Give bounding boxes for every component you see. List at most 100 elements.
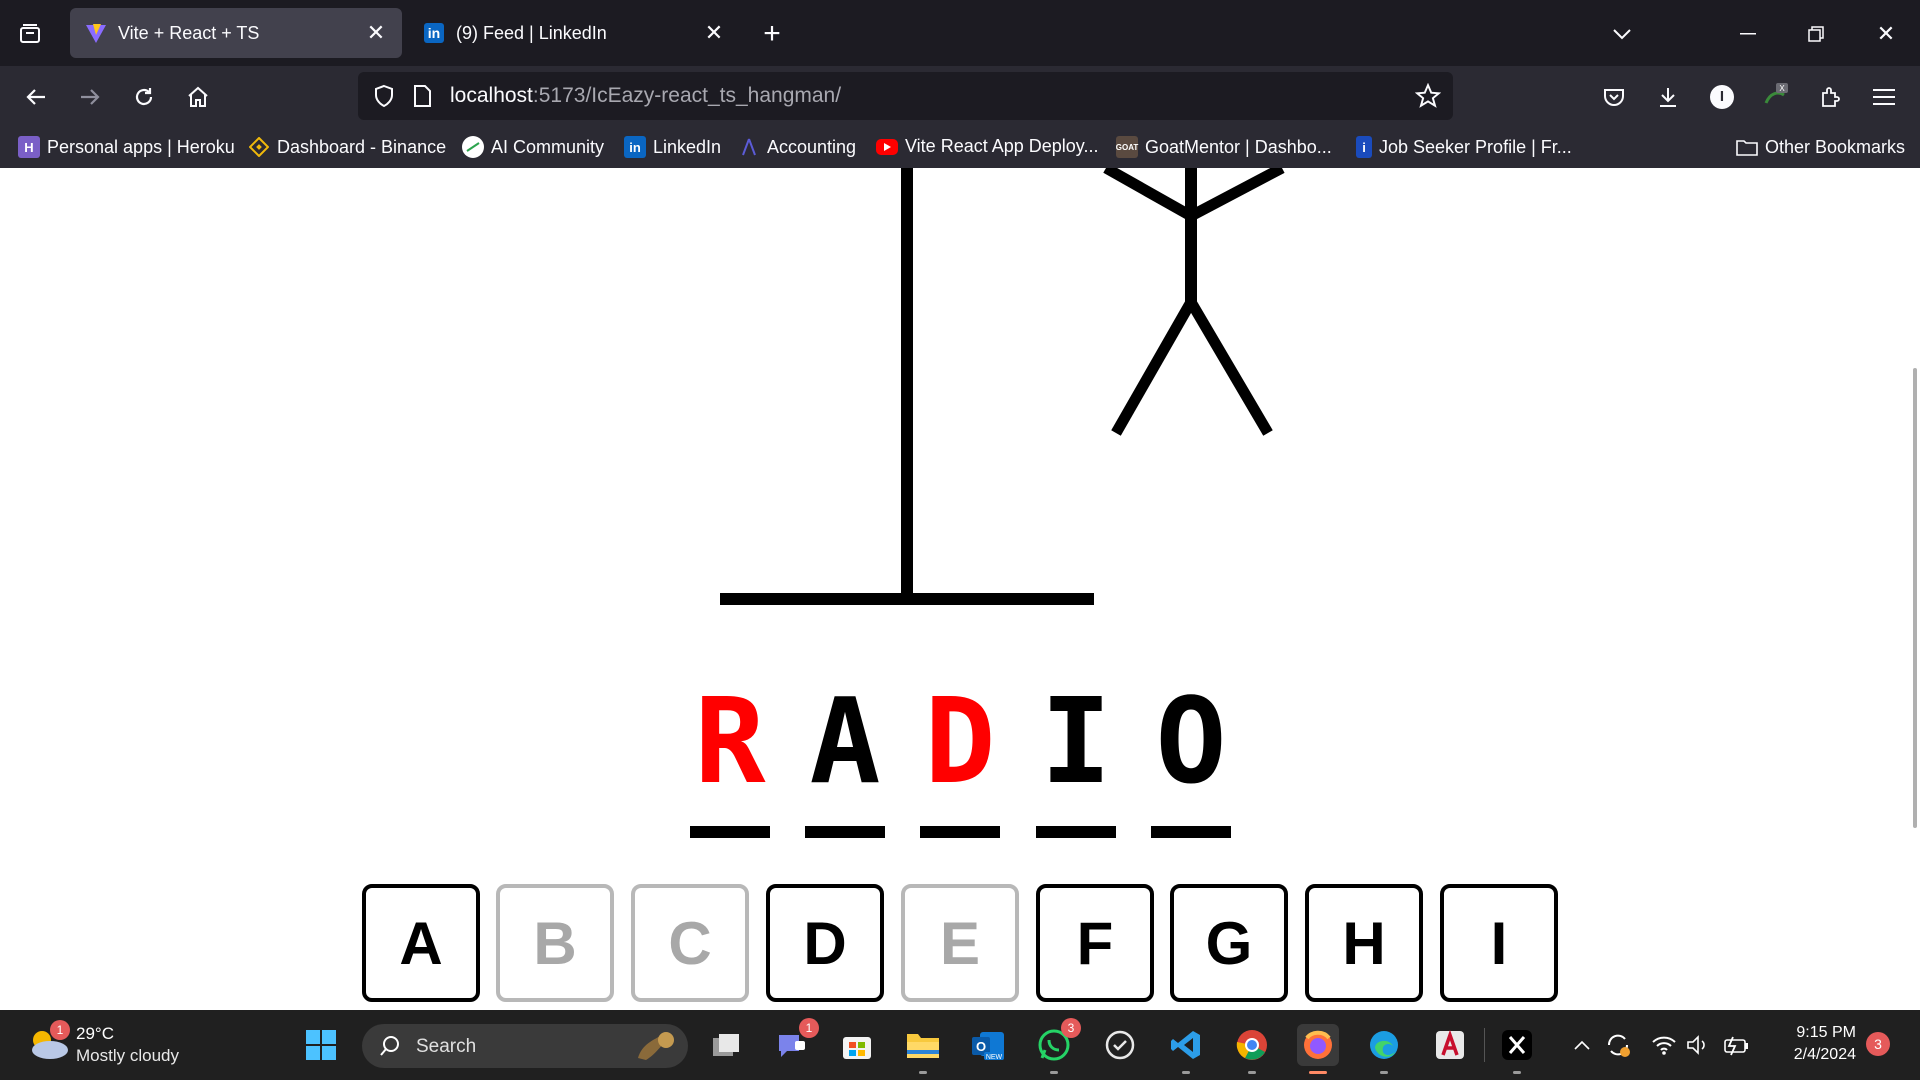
task-view-icon[interactable] (705, 1024, 747, 1066)
tracking-shield-icon[interactable] (372, 84, 396, 113)
bookmark-vite-deploy[interactable]: Vite React App Deploy... (876, 136, 1098, 157)
running-indicator (1513, 1071, 1521, 1074)
vscode-icon[interactable] (1165, 1024, 1207, 1074)
heroku-icon: H (18, 136, 40, 158)
close-tab-icon[interactable]: ✕ (364, 20, 388, 46)
linkedin-icon: in (624, 136, 646, 158)
hangman-left-arm (1103, 168, 1194, 221)
reload-icon[interactable] (126, 79, 162, 115)
tab-list-button[interactable] (12, 16, 48, 52)
youtube-icon (876, 138, 898, 155)
browser-navigation-bar: localhost:5173/IcEazy-react_ts_hangman/ … (0, 66, 1920, 128)
running-indicator (1380, 1071, 1388, 1074)
url-path: :5173/IcEazy-react_ts_hangman/ (532, 84, 842, 107)
wifi-icon[interactable] (1649, 1024, 1679, 1066)
bookmark-binance[interactable]: Dashboard - Binance (248, 136, 446, 158)
bookmarks-bar: H Personal apps | Heroku Dashboard - Bin… (0, 128, 1920, 168)
page-info-icon[interactable] (412, 84, 432, 113)
menu-hamburger-icon[interactable] (1866, 79, 1902, 115)
gallows-base (720, 593, 1094, 605)
weather-badge: 1 (50, 1020, 70, 1040)
close-tab-icon[interactable]: ✕ (702, 20, 726, 46)
taskbar-divider (1484, 1028, 1485, 1062)
outlook-new-icon[interactable]: O NEW (967, 1024, 1009, 1066)
minimize-button[interactable] (1730, 16, 1766, 52)
home-icon[interactable] (180, 79, 216, 115)
taskbar-search-box[interactable]: Search (362, 1024, 688, 1068)
restore-button[interactable] (1798, 16, 1834, 52)
svg-text:X: X (1779, 84, 1785, 93)
linkedin-icon: in (422, 21, 446, 45)
bookmark-accounting[interactable]: Accounting (738, 136, 856, 158)
key-d[interactable]: D (766, 884, 884, 1002)
key-a[interactable]: A (362, 884, 480, 1002)
new-tab-button[interactable]: + (754, 16, 790, 52)
bookmark-star-icon[interactable] (1414, 82, 1442, 114)
letter-char: I (1040, 672, 1112, 810)
hangman-page: R A D I O A B C D E F G H I (0, 168, 1920, 1010)
file-explorer-icon[interactable] (902, 1024, 944, 1074)
x-twitter-icon[interactable] (1496, 1024, 1538, 1074)
teams-chat-icon[interactable]: 1 (771, 1018, 819, 1066)
bookmark-label: Vite React App Deploy... (905, 136, 1099, 156)
forward-arrow-icon[interactable] (72, 79, 108, 115)
pocket-icon[interactable] (1596, 79, 1632, 115)
accounting-icon (738, 136, 760, 158)
notification-badge[interactable]: 3 (1866, 1032, 1890, 1056)
bookmark-job-seeker[interactable]: i Job Seeker Profile | Fr... (1356, 136, 1572, 158)
clock-time: 9:15 PM (1796, 1024, 1856, 1041)
todo-check-icon[interactable] (1099, 1024, 1141, 1066)
extensions-puzzle-icon[interactable] (1812, 79, 1848, 115)
search-highlight-icon (632, 1030, 678, 1067)
sync-icon[interactable] (1603, 1024, 1633, 1066)
close-window-button[interactable]: ✕ (1868, 16, 1904, 52)
extension-icon[interactable]: X (1758, 79, 1794, 115)
other-bookmarks-label: Other Bookmarks (1765, 136, 1906, 157)
bookmark-label: Dashboard - Binance (277, 136, 447, 157)
other-bookmarks[interactable]: Other Bookmarks (1736, 136, 1905, 158)
bookmark-heroku[interactable]: H Personal apps | Heroku (18, 136, 235, 158)
url-text[interactable]: localhost:5173/IcEazy-react_ts_hangman/ (450, 84, 841, 108)
bookmark-label: Job Seeker Profile | Fr... (1379, 136, 1572, 157)
key-h[interactable]: H (1305, 884, 1423, 1002)
downloads-icon[interactable] (1650, 79, 1686, 115)
page-scrollbar[interactable] (1913, 368, 1917, 828)
battery-charging-icon[interactable] (1719, 1024, 1753, 1066)
weather-widget[interactable]: 1 29°C Mostly cloudy (26, 1020, 206, 1070)
hangman-left-leg (1111, 299, 1196, 436)
running-indicator (1050, 1071, 1058, 1074)
tab-vite-react[interactable]: Vite + React + TS ✕ (70, 8, 402, 58)
password-manager-icon[interactable]: I (1704, 79, 1740, 115)
running-indicator (919, 1071, 927, 1074)
url-host: localhost (450, 84, 533, 107)
tab-list-icon (20, 24, 40, 43)
microsoft-store-icon[interactable] (836, 1024, 878, 1066)
tab-linkedin[interactable]: in (9) Feed | LinkedIn ✕ (408, 8, 740, 58)
address-bar[interactable]: localhost:5173/IcEazy-react_ts_hangman/ (358, 72, 1453, 120)
list-all-tabs-chevron-icon[interactable] (1604, 16, 1640, 52)
gallows-pole (901, 168, 913, 598)
bookmark-linkedin[interactable]: in LinkedIn (624, 136, 721, 158)
firefox-icon[interactable] (1297, 1024, 1339, 1074)
binance-icon (248, 136, 270, 158)
show-hidden-icons-chevron-icon[interactable] (1567, 1024, 1597, 1066)
whatsapp-icon[interactable]: 3 (1033, 1018, 1081, 1074)
goatmentor-icon: GOAT (1116, 136, 1138, 158)
chrome-icon[interactable] (1231, 1024, 1273, 1074)
key-i[interactable]: I (1440, 884, 1558, 1002)
hangman-right-leg (1186, 299, 1273, 436)
volume-icon[interactable] (1684, 1024, 1714, 1066)
svg-text:NEW: NEW (986, 1054, 1003, 1061)
search-label: Search (416, 1036, 477, 1057)
key-f[interactable]: F (1036, 884, 1154, 1002)
edge-icon[interactable] (1363, 1024, 1405, 1074)
key-g[interactable]: G (1170, 884, 1288, 1002)
bookmark-goatmentor[interactable]: GOAT GoatMentor | Dashbo... (1116, 136, 1332, 158)
acrobat-icon[interactable] (1429, 1024, 1471, 1066)
windows-start-icon[interactable] (300, 1024, 342, 1066)
bookmark-ai-community[interactable]: AI Community (462, 136, 604, 158)
bookmark-label: Accounting (767, 136, 857, 157)
back-arrow-icon[interactable] (18, 79, 54, 115)
clock[interactable]: 9:15 PM 2/4/2024 (1766, 1022, 1856, 1070)
bookmark-label: LinkedIn (653, 136, 722, 157)
